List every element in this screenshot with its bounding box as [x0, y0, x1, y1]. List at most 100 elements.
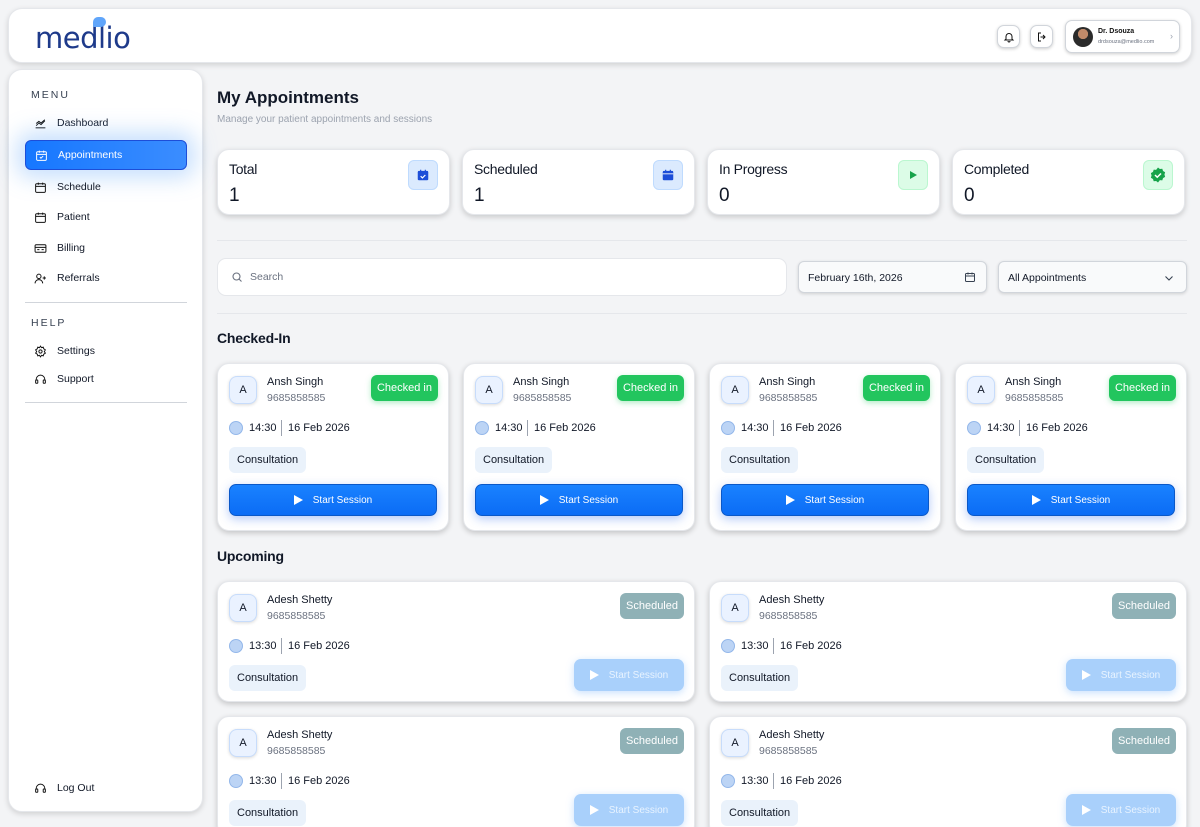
sidebar-item-label: Billing — [57, 242, 86, 254]
clock-icon — [721, 774, 735, 788]
start-session-button[interactable]: Start Session — [967, 484, 1175, 516]
stat-card-total: Total 1 — [217, 149, 450, 215]
verified-icon — [1143, 160, 1173, 190]
start-session-label: Start Session — [804, 494, 865, 506]
patient-name: Ansh Singh — [759, 376, 816, 388]
patient-phone: 9685858585 — [267, 392, 326, 404]
appointment-time: 13:30 — [249, 640, 277, 652]
page-subtitle: Manage your patient appointments and ses… — [217, 114, 433, 125]
sidebar-item-settings[interactable]: Settings — [25, 336, 187, 366]
clock-icon — [229, 421, 243, 435]
patient-avatar: A — [475, 376, 503, 404]
stat-label: Completed — [964, 161, 1030, 177]
patient-avatar: A — [229, 376, 257, 404]
calendar-icon — [965, 272, 975, 282]
start-session-button[interactable]: Start Session — [229, 484, 437, 516]
stat-label: Scheduled — [474, 161, 538, 177]
sidebar-item-label: Schedule — [57, 181, 101, 193]
upcoming-section-title: Upcoming — [217, 548, 284, 564]
appointment-type-tag: Consultation — [229, 665, 307, 691]
appointment-card: A Adesh Shetty 9685858585 Scheduled 13:3… — [217, 716, 695, 827]
appointment-card: A Adesh Shetty 9685858585 Scheduled 13:3… — [217, 581, 695, 702]
start-session-label: Start Session — [1050, 494, 1111, 506]
appointment-date: 16 Feb 2026 — [534, 422, 596, 434]
patient-avatar: A — [721, 729, 749, 757]
start-session-button[interactable]: Start Session — [574, 659, 684, 691]
appointment-date: 16 Feb 2026 — [780, 640, 842, 652]
page-title: My Appointments — [217, 88, 359, 107]
bell-icon — [1003, 32, 1014, 42]
select-value: All Appointments — [1008, 272, 1087, 284]
play-icon — [1031, 495, 1041, 505]
clock-icon — [721, 639, 735, 653]
appointment-type-select[interactable]: All Appointments — [998, 261, 1187, 293]
help-section-title: HELP — [31, 317, 67, 329]
calendar-check-icon — [36, 150, 47, 161]
start-session-button[interactable]: Start Session — [1066, 659, 1176, 691]
menu-section-title: MENU — [31, 89, 70, 101]
sidebar-divider — [25, 402, 187, 403]
clock-icon — [475, 421, 489, 435]
appointment-type-tag: Consultation — [721, 800, 799, 826]
sidebar-item-appointments[interactable]: Appointments — [25, 140, 187, 170]
notification-button[interactable] — [997, 25, 1020, 48]
appointment-date: 16 Feb 2026 — [288, 775, 350, 787]
appointment-type-tag: Consultation — [229, 447, 307, 473]
start-session-button[interactable]: Start Session — [721, 484, 929, 516]
user-email: drdsouza@medlio.com — [1098, 39, 1155, 45]
gear-icon — [34, 344, 47, 358]
clock-icon — [229, 774, 243, 788]
start-session-button[interactable]: Start Session — [574, 794, 684, 826]
headset-icon — [35, 374, 46, 384]
appointment-date: 16 Feb 2026 — [288, 422, 350, 434]
logo[interactable]: medlio — [35, 17, 131, 55]
top-bar: medlio Dr. Dsouza drdsouza@medlio.com › — [8, 8, 1192, 63]
status-badge: Checked in — [370, 375, 438, 401]
avatar — [1073, 27, 1093, 47]
patient-avatar: A — [721, 594, 749, 622]
play-icon — [539, 495, 549, 505]
search-input[interactable]: Search — [217, 258, 787, 296]
appointment-date: 16 Feb 2026 — [780, 775, 842, 787]
patient-name: Adesh Shetty — [267, 729, 333, 741]
sidebar-item-dashboard[interactable]: Dashboard — [25, 108, 187, 138]
appointment-type-tag: Consultation — [229, 800, 307, 826]
status-badge: Scheduled — [1112, 593, 1176, 619]
start-session-label: Start Session — [312, 494, 373, 506]
sidebar-item-logout[interactable]: Log Out — [25, 773, 187, 803]
stat-value: 0 — [719, 185, 730, 206]
play-icon — [293, 495, 303, 505]
start-session-label: Start Session — [608, 804, 669, 816]
start-session-button[interactable]: Start Session — [1066, 794, 1176, 826]
logout-header-button[interactable] — [1030, 25, 1053, 48]
clock-icon — [721, 421, 735, 435]
start-session-button[interactable]: Start Session — [475, 484, 683, 516]
status-badge: Scheduled — [620, 728, 684, 754]
stat-card-scheduled: Scheduled 1 — [462, 149, 695, 215]
sidebar-item-patient[interactable]: Patient — [25, 202, 187, 232]
checked-in-section-title: Checked-In — [217, 330, 291, 346]
patient-avatar: A — [229, 594, 257, 622]
sidebar-item-schedule[interactable]: Schedule — [25, 172, 187, 202]
stat-label: In Progress — [719, 161, 788, 177]
sidebar-item-referrals[interactable]: Referrals — [25, 263, 187, 293]
separator — [281, 420, 282, 436]
search-placeholder: Search — [250, 271, 284, 283]
billing-icon — [34, 243, 47, 253]
sidebar-item-label: Settings — [57, 345, 95, 357]
search-icon — [232, 272, 242, 282]
clock-icon — [229, 639, 243, 653]
sidebar-item-billing[interactable]: Billing — [25, 233, 187, 263]
appointment-card: A Adesh Shetty 9685858585 Scheduled 13:3… — [709, 581, 1187, 702]
divider — [217, 240, 1187, 241]
user-profile-menu[interactable]: Dr. Dsouza drdsouza@medlio.com › — [1065, 20, 1180, 53]
appointment-date: 16 Feb 2026 — [1026, 422, 1088, 434]
stat-value: 0 — [964, 185, 975, 206]
appointment-card: A Adesh Shetty 9685858585 Scheduled 13:3… — [709, 716, 1187, 827]
logout-icon — [1037, 32, 1046, 41]
sidebar-item-support[interactable]: Support — [25, 364, 187, 394]
patient-name: Adesh Shetty — [759, 594, 825, 606]
appointment-time: 13:30 — [249, 775, 277, 787]
date-picker[interactable]: February 16th, 2026 — [798, 261, 987, 293]
chevron-down-icon — [1165, 276, 1173, 281]
